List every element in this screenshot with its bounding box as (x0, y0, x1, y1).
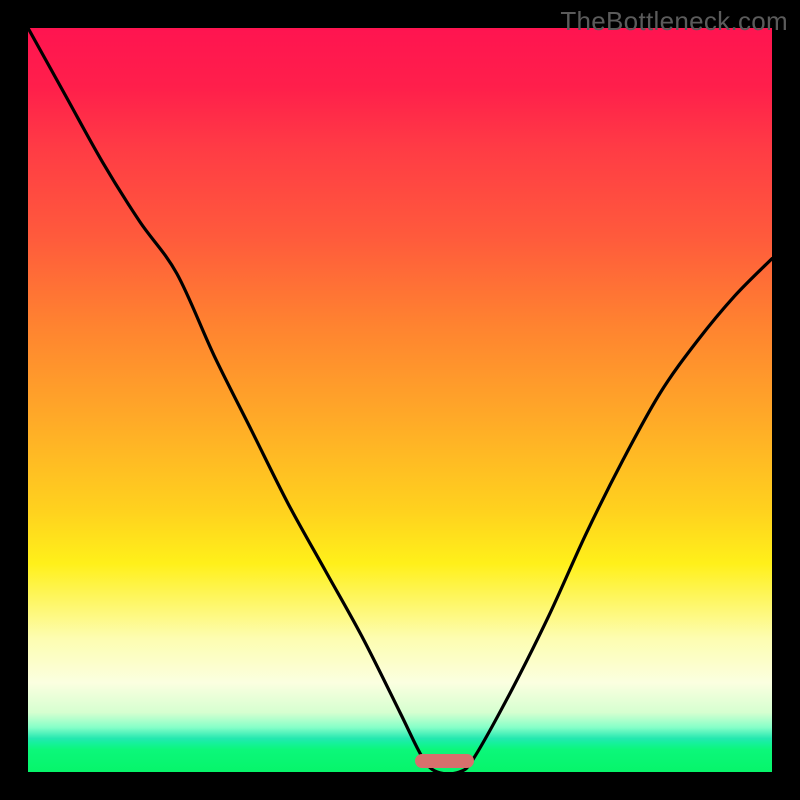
chart-frame: TheBottleneck.com (0, 0, 800, 800)
bottleneck-curve (28, 28, 772, 772)
watermark-text: TheBottleneck.com (560, 6, 788, 37)
plot-area (28, 28, 772, 772)
optimal-range-marker (415, 754, 475, 768)
curve-path (28, 28, 772, 772)
